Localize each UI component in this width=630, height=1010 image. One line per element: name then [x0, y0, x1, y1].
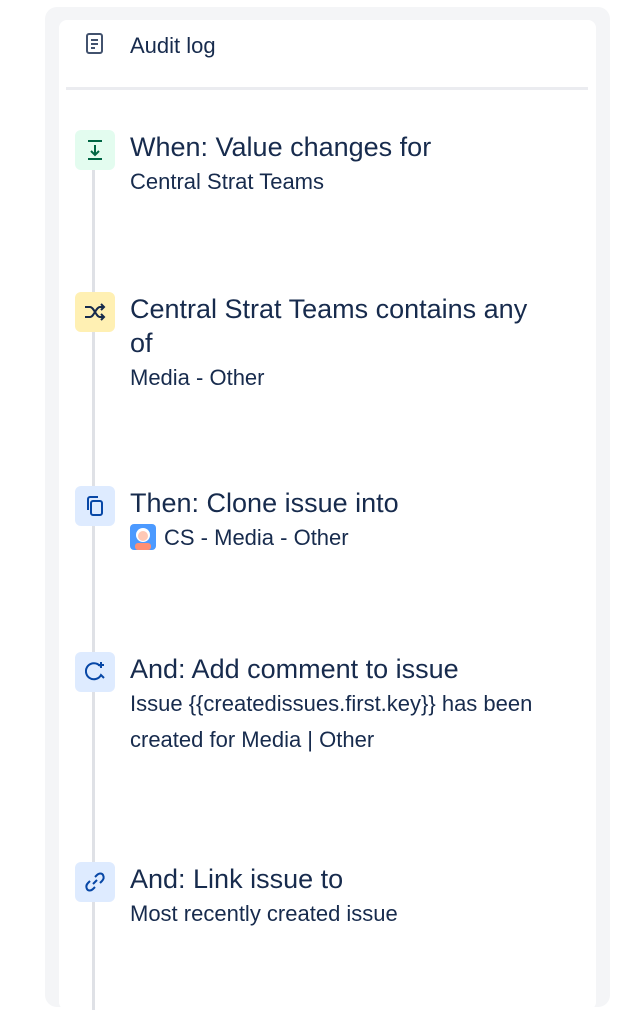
step-title: And: Link issue to — [130, 864, 344, 894]
audit-log-link[interactable]: Audit log — [85, 28, 216, 64]
condition-branch-icon — [75, 292, 115, 332]
step-subtitle: Central Strat Teams — [130, 169, 325, 194]
comment-icon — [75, 652, 115, 692]
project-avatar — [130, 524, 156, 550]
step-subtitle: Most recently created issue — [130, 901, 398, 926]
step-title: Then: Clone issue into — [130, 488, 399, 518]
clone-icon — [75, 486, 115, 526]
document-icon — [85, 32, 105, 61]
step-subtitle-row: CS - Media - Other — [130, 520, 550, 556]
step-title: When: Value changes for — [130, 132, 432, 162]
step-subtitle: Media - Other — [130, 365, 265, 390]
step-title: And: Add comment to issue — [130, 654, 459, 684]
step-title: Central Strat Teams contains any of — [130, 294, 528, 358]
step-subtitle: CS - Media - Other — [164, 525, 349, 550]
link-icon — [75, 862, 115, 902]
audit-log-label: Audit log — [130, 33, 216, 58]
step-subtitle: Issue {{createdissues.first.key}} has be… — [130, 691, 533, 752]
trigger-icon — [75, 130, 115, 170]
divider — [66, 87, 588, 90]
